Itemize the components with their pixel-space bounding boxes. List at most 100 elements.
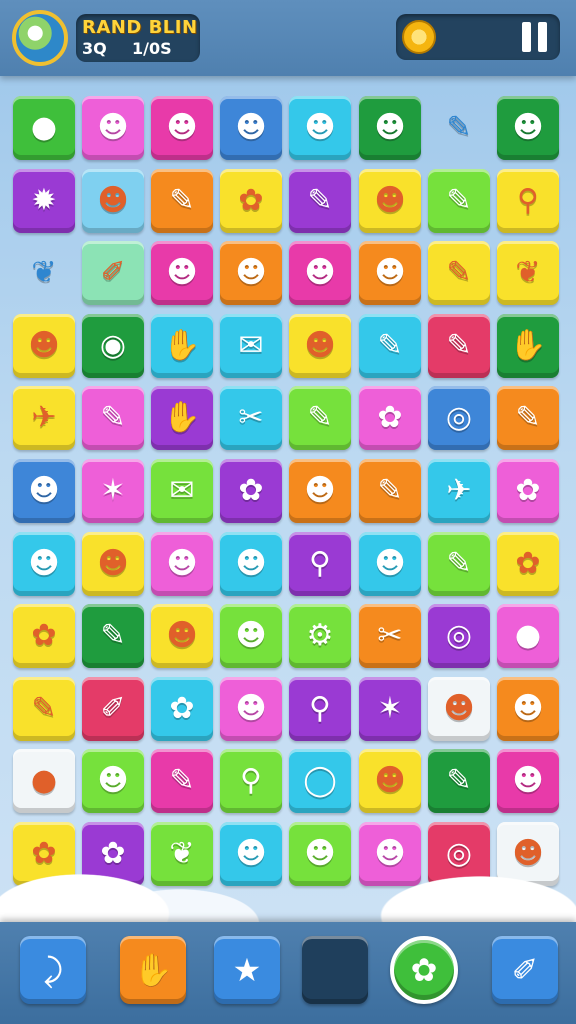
board-tile[interactable]: ✎ xyxy=(428,749,490,813)
board-tile[interactable]: ✈ xyxy=(13,386,75,450)
candy-icon: ✿ xyxy=(238,183,264,218)
board-tile[interactable]: ✎ xyxy=(359,459,421,523)
magic-button[interactable]: ✐ xyxy=(492,936,558,1004)
star-button[interactable]: ★ xyxy=(214,936,280,1004)
board-tile[interactable]: ☻ xyxy=(13,532,75,596)
board-tile[interactable]: ☻ xyxy=(359,749,421,813)
candy-icon: ☻ xyxy=(235,110,267,145)
candy-icon: ✋ xyxy=(163,328,201,363)
board-tile[interactable]: ☻ xyxy=(82,96,144,160)
board-tile[interactable]: ☻ xyxy=(82,169,144,233)
board-tile[interactable]: ✎ xyxy=(13,677,75,741)
board-tile[interactable]: ✿ xyxy=(497,532,559,596)
globe-avatar-icon[interactable] xyxy=(12,10,68,66)
board-tile[interactable]: ☻ xyxy=(220,677,282,741)
board-tile[interactable]: ✎ xyxy=(428,96,490,160)
board-tile[interactable]: ☻ xyxy=(82,749,144,813)
board-tile[interactable]: ✿ xyxy=(497,459,559,523)
board-tile[interactable]: ● xyxy=(13,96,75,160)
board-tile[interactable]: ◎ xyxy=(428,386,490,450)
board-tile[interactable]: ✎ xyxy=(428,314,490,378)
board-tile[interactable]: ✿ xyxy=(13,604,75,668)
board-tile[interactable]: ☻ xyxy=(220,96,282,160)
board-tile[interactable]: ☻ xyxy=(151,96,213,160)
candy-icon: ⚲ xyxy=(309,691,331,726)
board-tile[interactable]: ✿ xyxy=(220,169,282,233)
board-tile[interactable]: ☻ xyxy=(497,749,559,813)
board-tile[interactable]: ✂ xyxy=(359,604,421,668)
board-tile[interactable]: ☻ xyxy=(13,459,75,523)
board-tile[interactable]: ⚙ xyxy=(289,604,351,668)
board-tile[interactable]: ⚲ xyxy=(497,169,559,233)
board-tile[interactable]: ⚲ xyxy=(220,749,282,813)
board-tile[interactable]: ✋ xyxy=(151,314,213,378)
board-tile[interactable]: ❦ xyxy=(497,241,559,305)
board-tile[interactable]: ❦ xyxy=(13,241,75,305)
board-tile[interactable]: ✋ xyxy=(151,386,213,450)
board-tile[interactable]: ☻ xyxy=(289,459,351,523)
candy-icon: ✎ xyxy=(446,110,472,145)
board-tile[interactable]: ✐ xyxy=(82,241,144,305)
board-tile[interactable]: ☻ xyxy=(82,532,144,596)
board-tile[interactable]: ☻ xyxy=(289,96,351,160)
board-tile[interactable]: ✎ xyxy=(428,241,490,305)
board-tile[interactable]: ◉ xyxy=(82,314,144,378)
board-tile[interactable]: ✎ xyxy=(289,169,351,233)
pause-icon[interactable] xyxy=(522,22,550,52)
board-tile[interactable]: ☻ xyxy=(289,241,351,305)
candy-icon: ☻ xyxy=(235,546,267,581)
board-tile[interactable]: ✎ xyxy=(82,604,144,668)
candy-icon: ☻ xyxy=(28,546,60,581)
booster-bar: ⤸ ✋ ★ ✿ ✐ xyxy=(0,922,576,1024)
board-tile[interactable]: ✐ xyxy=(82,677,144,741)
board-tile[interactable]: ✎ xyxy=(151,169,213,233)
board-tile[interactable]: ◯ xyxy=(289,749,351,813)
empty-slot[interactable] xyxy=(302,936,368,1004)
board-tile[interactable]: ⚲ xyxy=(289,532,351,596)
board-tile[interactable]: ✹ xyxy=(13,169,75,233)
board-tile[interactable]: ✎ xyxy=(151,749,213,813)
flower-button[interactable]: ✿ xyxy=(390,936,458,1004)
board-tile[interactable]: ⚲ xyxy=(289,677,351,741)
candy-icon: ☻ xyxy=(374,763,406,798)
board-tile[interactable]: ✎ xyxy=(359,314,421,378)
board-tile[interactable]: ☻ xyxy=(220,604,282,668)
board-tile[interactable]: ☻ xyxy=(151,241,213,305)
board-tile[interactable]: ✿ xyxy=(359,386,421,450)
board-tile[interactable]: ☻ xyxy=(497,677,559,741)
board-tile[interactable]: ✋ xyxy=(497,314,559,378)
candy-icon: ⚲ xyxy=(240,763,262,798)
board-tile[interactable]: ☻ xyxy=(359,532,421,596)
board-tile[interactable]: ✈ xyxy=(428,459,490,523)
board-tile[interactable]: ☻ xyxy=(497,96,559,160)
board-tile[interactable]: ☻ xyxy=(428,677,490,741)
board-tile[interactable]: ◎ xyxy=(428,604,490,668)
candy-icon: ☻ xyxy=(28,473,60,508)
board-tile[interactable]: ☻ xyxy=(359,241,421,305)
board-tile[interactable]: ✉ xyxy=(220,314,282,378)
board-tile[interactable]: ● xyxy=(497,604,559,668)
board-tile[interactable]: ☻ xyxy=(359,169,421,233)
hand-icon: ✋ xyxy=(133,951,173,989)
board-tile[interactable]: ✿ xyxy=(220,459,282,523)
board-tile[interactable]: ✶ xyxy=(82,459,144,523)
board-tile[interactable]: ☻ xyxy=(151,532,213,596)
board-tile[interactable]: ✶ xyxy=(359,677,421,741)
board-tile[interactable]: ✎ xyxy=(497,386,559,450)
board-tile[interactable]: ✎ xyxy=(82,386,144,450)
board-tile[interactable]: ✎ xyxy=(428,169,490,233)
board-tile[interactable]: ☻ xyxy=(220,532,282,596)
swap-button[interactable]: ⤸ xyxy=(20,936,86,1004)
board-tile[interactable]: ✎ xyxy=(289,386,351,450)
board-tile[interactable]: ☻ xyxy=(359,96,421,160)
board-tile[interactable]: ✎ xyxy=(428,532,490,596)
board-tile[interactable]: ✂ xyxy=(220,386,282,450)
board-tile[interactable]: ☻ xyxy=(220,241,282,305)
hammer-button[interactable]: ✋ xyxy=(120,936,186,1004)
board-tile[interactable]: ✉ xyxy=(151,459,213,523)
board-tile[interactable]: ✿ xyxy=(151,677,213,741)
board-tile[interactable]: ☻ xyxy=(13,314,75,378)
board-tile[interactable]: ☻ xyxy=(289,314,351,378)
board-tile[interactable]: ☻ xyxy=(151,604,213,668)
board-tile[interactable]: ● xyxy=(13,749,75,813)
